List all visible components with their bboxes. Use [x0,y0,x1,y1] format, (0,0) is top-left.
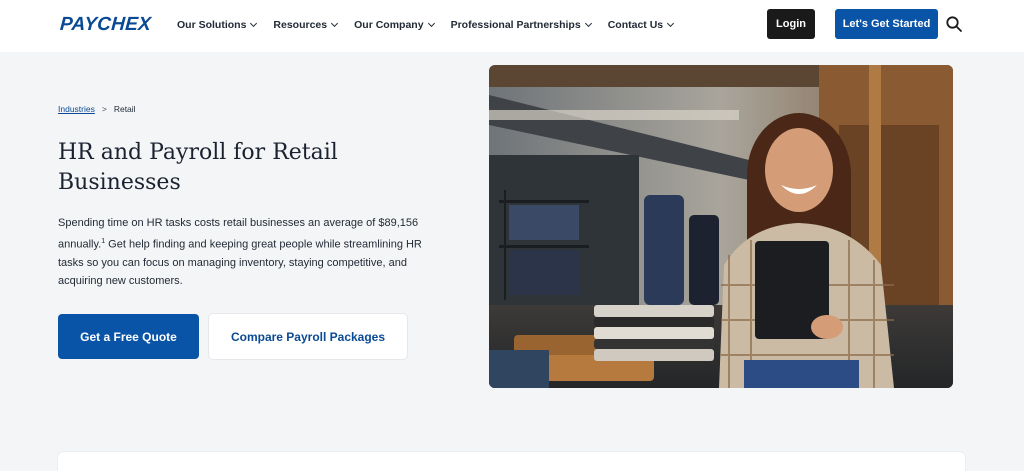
nav-label: Contact Us [607,19,664,31]
breadcrumb-current: Retail [113,104,136,114]
site-header: PAYCHEX Our Solutions Resources Our Comp… [0,0,1024,52]
get-started-button[interactable]: Let's Get Started [835,9,938,39]
chevron-down-icon [667,19,675,28]
nav-our-company[interactable]: Our Company [354,19,435,31]
nav-label: Our Solutions [177,19,247,31]
breadcrumb: Industries > Retail [58,104,136,114]
nav-contact-us[interactable]: Contact Us [607,19,675,31]
content-card [58,452,965,471]
nav-label: Professional Partnerships [450,19,581,31]
chevron-down-icon [250,19,258,28]
main-nav: Our Solutions Resources Our Company Prof… [177,19,690,31]
hero-description: Spending time on HR tasks costs retail b… [58,214,448,291]
login-button[interactable]: Login [767,9,815,39]
hero-text-part2: Get help finding and keeping great peopl… [58,238,422,288]
nav-label: Our Company [354,19,424,31]
page-title: HR and Payroll for Retail Businesses [58,140,338,195]
paychex-logo[interactable]: PAYCHEX [59,14,152,36]
hero-image-retail-worker [489,65,953,388]
nav-resources[interactable]: Resources [273,19,339,31]
get-free-quote-button[interactable]: Get a Free Quote [58,314,199,359]
nav-professional-partnerships[interactable]: Professional Partnerships [450,19,592,31]
breadcrumb-industries-link[interactable]: Industries [58,104,95,114]
nav-our-solutions[interactable]: Our Solutions [177,19,258,31]
nav-label: Resources [273,19,328,31]
compare-payroll-packages-button[interactable]: Compare Payroll Packages [209,314,407,359]
chevron-down-icon [584,19,592,28]
search-icon[interactable] [945,15,963,33]
breadcrumb-separator: > [101,104,107,114]
chevron-down-icon [427,19,435,28]
chevron-down-icon [331,19,339,28]
